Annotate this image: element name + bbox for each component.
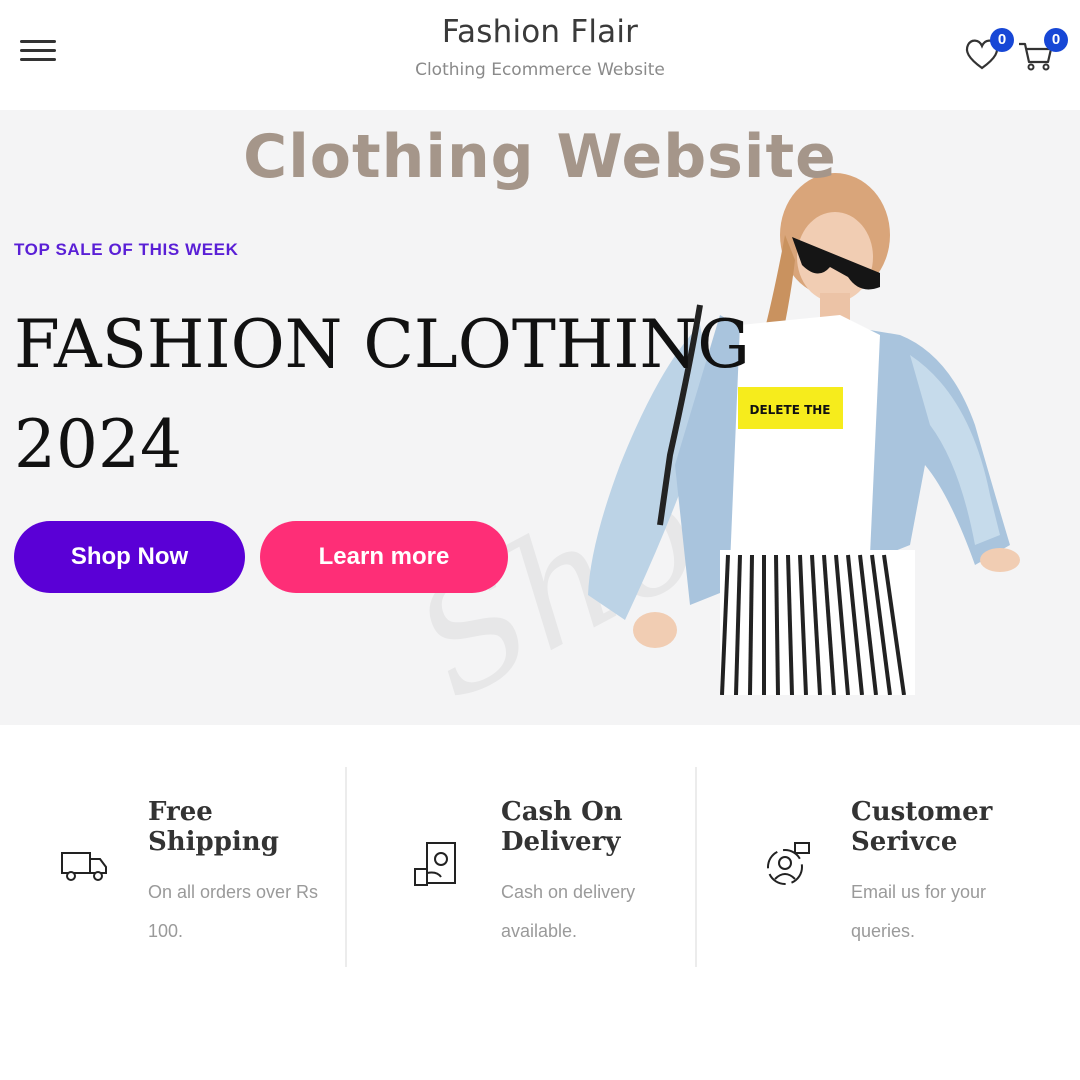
features-section: Free Shipping On all orders over Rs 100.… bbox=[0, 725, 1080, 1080]
cart-count-badge: 0 bbox=[1044, 28, 1068, 52]
site-subtitle: Clothing Ecommerce Website bbox=[415, 60, 665, 80]
wishlist-button[interactable]: 0 bbox=[962, 28, 1014, 78]
headline-line-1: FASHION CLOTHING bbox=[14, 306, 750, 383]
hero-headline: FASHION CLOTHING 2024 bbox=[14, 295, 750, 495]
feature-title: Cash On Delivery bbox=[501, 797, 623, 857]
brand: Fashion Flair Clothing Ecommerce Website bbox=[0, 14, 1080, 80]
site-header: Fashion Flair Clothing Ecommerce Website… bbox=[0, 0, 1080, 110]
wishlist-count-badge: 0 bbox=[990, 28, 1014, 52]
header-actions: 0 0 bbox=[962, 28, 1072, 78]
headline-line-2: 2024 bbox=[14, 406, 182, 483]
feature-free-shipping: Free Shipping On all orders over Rs 100. bbox=[0, 767, 345, 967]
feature-description: Cash on delivery available. bbox=[501, 882, 636, 941]
cash-icon bbox=[414, 842, 456, 886]
support-icon bbox=[767, 842, 810, 885]
cart-button[interactable]: 0 bbox=[1016, 28, 1068, 78]
site-title[interactable]: Fashion Flair bbox=[0, 14, 1080, 50]
feature-title: Free Shipping bbox=[148, 797, 279, 857]
tshirt-print: DELETE THE bbox=[750, 403, 831, 417]
overlay-title: Clothing Website bbox=[243, 122, 837, 192]
truck-icon bbox=[61, 852, 107, 881]
feature-title: Customer Serivce bbox=[851, 797, 993, 857]
feature-cash-on-delivery: Cash On Delivery Cash on delivery availa… bbox=[345, 767, 690, 967]
feature-description: Email us for your queries. bbox=[851, 882, 987, 941]
feature-customer-service: Customer Serivce Email us for your queri… bbox=[695, 767, 1040, 967]
shop-now-button[interactable]: Shop Now bbox=[14, 521, 245, 593]
feature-description: On all orders over Rs 100. bbox=[148, 882, 319, 941]
learn-more-button[interactable]: Learn more bbox=[260, 521, 508, 593]
hero-banner: Shopis Clothing Website TOP SALE OF THIS… bbox=[0, 110, 1080, 725]
hero-eyebrow: TOP SALE OF THIS WEEK bbox=[14, 240, 239, 259]
